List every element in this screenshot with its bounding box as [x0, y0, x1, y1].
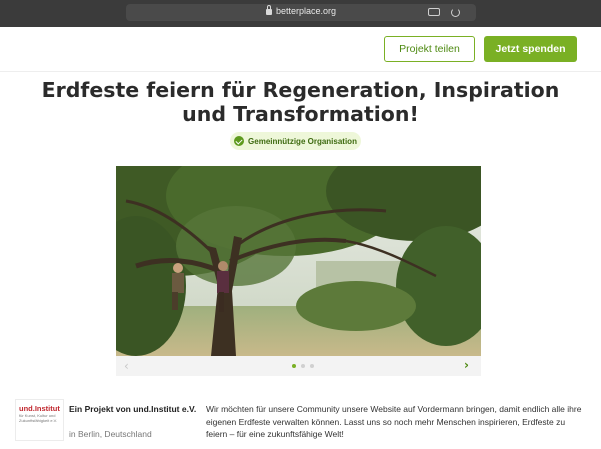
- chevron-right-icon[interactable]: ›: [464, 358, 469, 372]
- project-description: Wir möchten für unsere Community unsere …: [206, 404, 582, 439]
- url-text: betterplace.org: [275, 6, 337, 16]
- donate-now-button[interactable]: Jetzt spenden: [484, 36, 577, 62]
- organization-logo[interactable]: und.Institut für Kunst, Kultur und Zukun…: [15, 399, 64, 441]
- project-photo[interactable]: [116, 166, 481, 356]
- slide-dot[interactable]: [292, 364, 296, 368]
- site-header: Projekt teilen Jetzt spenden: [0, 27, 601, 72]
- browser-toolbar: betterplace.org: [0, 0, 601, 27]
- slide-indicators: [292, 364, 314, 368]
- logo-name: und.Institut: [19, 404, 60, 413]
- slide-dot[interactable]: [301, 364, 305, 368]
- tree-landscape-image: [116, 166, 481, 356]
- nonprofit-badge: Gemeinnützige Organisation: [230, 132, 361, 150]
- page-title: Erdfeste feiern für Regeneration, Inspir…: [41, 78, 560, 126]
- slide-dot[interactable]: [310, 364, 314, 368]
- translate-icon[interactable]: [428, 8, 440, 16]
- organization-title[interactable]: Ein Projekt von und.Institut e.V.: [69, 403, 199, 415]
- url-display[interactable]: betterplace.org: [126, 5, 476, 16]
- reload-icon[interactable]: [451, 8, 460, 17]
- chevron-left-icon[interactable]: ‹: [124, 359, 129, 373]
- logo-subtitle: für Kunst, Kultur und Zukunftsfähigkeit …: [19, 413, 58, 423]
- share-project-button[interactable]: Projekt teilen: [384, 36, 475, 62]
- gallery-navigation: ‹ ›: [116, 356, 481, 376]
- organization-location: in Berlin, Deutschland: [69, 429, 152, 439]
- check-circle-icon: [234, 136, 245, 146]
- badge-label: Gemeinnützige Organisation: [248, 136, 357, 146]
- lock-icon: [265, 5, 272, 15]
- address-bar[interactable]: betterplace.org: [126, 4, 476, 21]
